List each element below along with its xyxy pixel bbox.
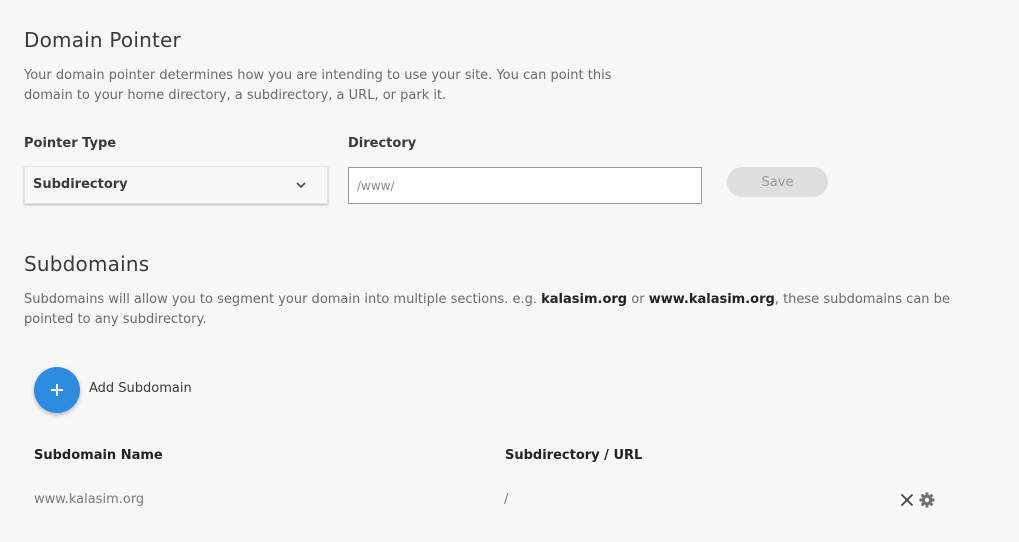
directory-label: Directory <box>348 136 417 151</box>
column-header-subdomain-name: Subdomain Name <box>34 448 163 463</box>
add-subdomain-label[interactable]: Add Subdomain <box>89 381 192 396</box>
chevron-down-icon <box>296 182 306 189</box>
pointer-type-value: Subdirectory <box>33 177 128 192</box>
pointer-type-select[interactable]: Subdirectory <box>24 166 328 204</box>
subdomains-desc-line2: pointed to any subdirectory. <box>24 312 207 327</box>
pointer-type-label: Pointer Type <box>24 136 117 151</box>
directory-input[interactable] <box>348 167 702 204</box>
description-line-2: domain to your home directory, a subdire… <box>24 88 447 103</box>
subdomains-description: Subdomains will allow you to segment you… <box>24 290 954 330</box>
subdomains-desc-or: or <box>627 292 649 307</box>
subdomains-desc-part2: , these subdomains can be <box>774 292 950 307</box>
save-button[interactable]: Save <box>727 167 828 197</box>
domain-pointer-description: Your domain pointer determines how you a… <box>24 66 644 106</box>
close-icon[interactable] <box>898 491 916 509</box>
plus-icon <box>51 384 63 396</box>
subdomains-desc-part1: Subdomains will allow you to segment you… <box>24 292 542 307</box>
example-domain-1: kalasim.org <box>541 292 628 307</box>
add-subdomain-button[interactable] <box>34 367 80 413</box>
row-subdirectory: / <box>504 492 509 507</box>
description-line-1: Your domain pointer determines how you a… <box>24 68 612 83</box>
column-header-subdirectory: Subdirectory / URL <box>505 448 643 463</box>
row-subdomain-name: www.kalasim.org <box>34 492 145 507</box>
subdomains-title: Subdomains <box>24 252 150 276</box>
example-domain-2: www.kalasim.org <box>648 292 775 307</box>
domain-settings-page: Domain Pointer Your domain pointer deter… <box>0 0 1019 542</box>
domain-pointer-title: Domain Pointer <box>24 28 181 52</box>
gear-icon[interactable] <box>918 491 936 509</box>
